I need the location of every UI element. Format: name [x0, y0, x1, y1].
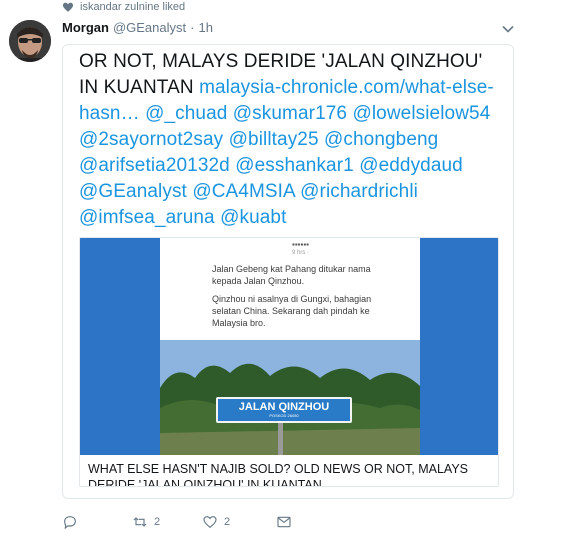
separator: · — [190, 19, 195, 35]
preview-image: ▪▪▪▪▪▪ 9 hrs · Jalan Gebeng kat Pahang d… — [80, 238, 498, 455]
author-name[interactable]: Morgan — [62, 20, 109, 35]
retweet-button[interactable]: 2 — [132, 514, 202, 530]
heart-icon — [63, 2, 73, 12]
tweet-text: OR NOT, MALAYS DERIDE 'JALAN QINZHOU' IN… — [79, 49, 499, 231]
mentions[interactable]: @_chuad @skumar176 @lowelsielow54 @2sayo… — [79, 103, 490, 228]
chevron-down-icon[interactable] — [501, 22, 515, 36]
like-button[interactable]: 2 — [202, 514, 276, 530]
social-context: iskandar zulnine liked — [62, 0, 185, 14]
action-bar: 2 2 — [62, 512, 292, 532]
retweet-icon — [133, 517, 147, 527]
facebook-post-screenshot: ▪▪▪▪▪▪ 9 hrs · Jalan Gebeng kat Pahang d… — [160, 238, 420, 340]
timestamp[interactable]: 1h — [198, 20, 212, 35]
tweet[interactable]: iskandar zulnine liked Morgan @GEanalyst… — [0, 0, 563, 537]
street-sign: JALAN QINZHOU POSKOD 26080 — [216, 397, 352, 423]
fb-author: ▪▪▪▪▪▪ — [292, 240, 310, 249]
author-handle[interactable]: @GEanalyst — [113, 20, 186, 35]
fb-line-4: selatan China. Sekarang dah pindah ke — [212, 306, 370, 316]
fb-line-1: Jalan Gebeng kat Pahang ditukar nama — [212, 264, 371, 274]
reply-icon — [64, 516, 76, 530]
preview-caption[interactable]: WHAT ELSE HASN'T NAJIB SOLD? OLD NEWS OR… — [88, 461, 490, 486]
fb-line-3: Qinzhou ni asalnya di Gungxi, bahagian — [212, 294, 372, 304]
fb-line-2: kepada Jalan Qinzhou. — [212, 276, 305, 286]
like-icon — [203, 516, 217, 529]
sign-text: JALAN QINZHOU — [238, 401, 330, 413]
avatar[interactable] — [9, 20, 51, 62]
direct-message-icon — [277, 516, 291, 528]
like-count: 2 — [224, 516, 231, 528]
reply-button[interactable] — [62, 514, 132, 530]
sign-postcode: POSKOD 26080 — [269, 413, 299, 418]
fb-meta: 9 hrs · — [292, 250, 310, 256]
tweet-header: Morgan @GEanalyst · 1h — [62, 19, 213, 35]
link-preview[interactable]: ▪▪▪▪▪▪ 9 hrs · Jalan Gebeng kat Pahang d… — [79, 237, 499, 487]
direct-message-button[interactable] — [276, 514, 292, 530]
quoted-tweet-card[interactable]: OR NOT, MALAYS DERIDE 'JALAN QINZHOU' IN… — [62, 44, 514, 499]
fb-line-5: Malaysia bro. — [212, 318, 266, 328]
liked-by-text[interactable]: iskandar zulnine liked — [80, 1, 185, 13]
retweet-count: 2 — [154, 516, 161, 528]
